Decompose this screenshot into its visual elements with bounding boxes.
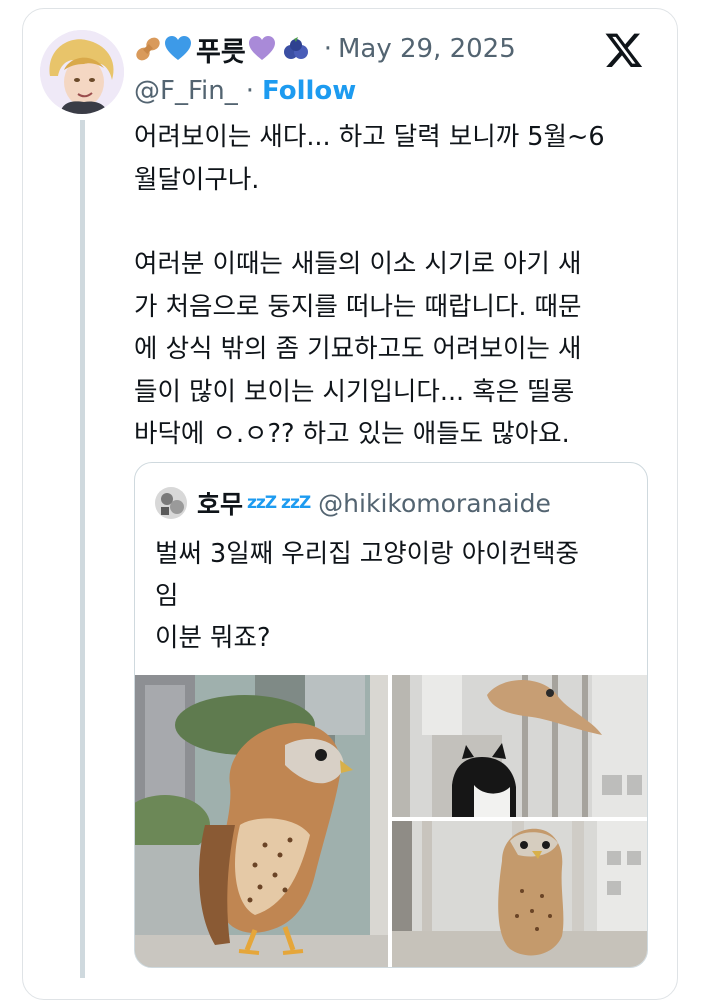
quoted-display-name[interactable]: 호무 <box>197 485 243 521</box>
tweet-header: 푸릇 · May 29, 2025 <box>134 28 516 70</box>
peanut-icon <box>134 35 162 63</box>
tweet-text: 어려보이는 새다... 하고 달력 보니까 5월~6 월달이구나. 여러분 이때… <box>134 116 659 456</box>
media-grid <box>135 675 647 967</box>
tweet-date[interactable]: May 29, 2025 <box>338 34 516 64</box>
tweet-text-line: 월달이구나. <box>134 164 260 195</box>
follow-button[interactable]: Follow <box>262 76 356 106</box>
separator-dot: · <box>245 76 254 106</box>
quoted-tweet[interactable]: 호무 zzZ zzZ @hikikomoranaide 벌써 3일째 우리집 고… <box>134 462 648 968</box>
quoted-text-line: 임 <box>155 581 179 611</box>
blueberry-icon <box>282 35 310 63</box>
tweet-handle-row: @F_Fin_ · Follow <box>134 72 356 110</box>
quoted-avatar[interactable] <box>155 487 187 519</box>
tweet-text-line: 들이 많이 보이는 시기입니다... 혹은 띨롱 <box>134 376 575 407</box>
quoted-tweet-header: 호무 zzZ zzZ @hikikomoranaide <box>155 483 551 523</box>
avatar[interactable] <box>40 30 124 114</box>
blue-heart-icon <box>164 35 192 63</box>
thread-line <box>80 120 85 978</box>
tweet-text-line: 에 상식 밖의 좀 기묘하고도 어려보이는 새 <box>134 334 582 364</box>
tweet-text-line: 가 처음으로 둥지를 떠나는 때랍니다. 때문 <box>134 291 582 322</box>
quoted-text-line: 이분 뭐죠? <box>155 623 271 653</box>
purple-heart-icon <box>248 35 276 63</box>
kestrel-photo-railing[interactable] <box>392 821 647 967</box>
display-name[interactable]: 푸릇 <box>196 30 246 69</box>
sleeping-zzz-icon: zzZ zzZ <box>247 493 311 513</box>
separator-dot: · <box>323 34 332 64</box>
tweet-text-line: 바닥에 ㅇ.ㅇ?? 하고 있는 애들도 많아요. <box>134 419 570 449</box>
x-logo-icon[interactable] <box>604 30 644 70</box>
quoted-tweet-text: 벌써 3일째 우리집 고양이랑 아이컨택중 임 이분 뭐죠? <box>155 533 635 659</box>
tweet-text-line: 여러분 이때는 새들의 이소 시기로 아기 새 <box>134 249 582 279</box>
tweet-text-line: 어려보이는 새다... 하고 달력 보니까 5월~6 <box>134 122 605 152</box>
quoted-text-line: 벌써 3일째 우리집 고양이랑 아이컨택중 <box>155 539 580 569</box>
user-handle[interactable]: @F_Fin_ <box>134 76 238 106</box>
quoted-user-handle[interactable]: @hikikomoranaide <box>318 489 551 518</box>
kestrel-photo-main[interactable] <box>135 675 388 967</box>
kestrel-photo-window[interactable] <box>392 675 647 817</box>
